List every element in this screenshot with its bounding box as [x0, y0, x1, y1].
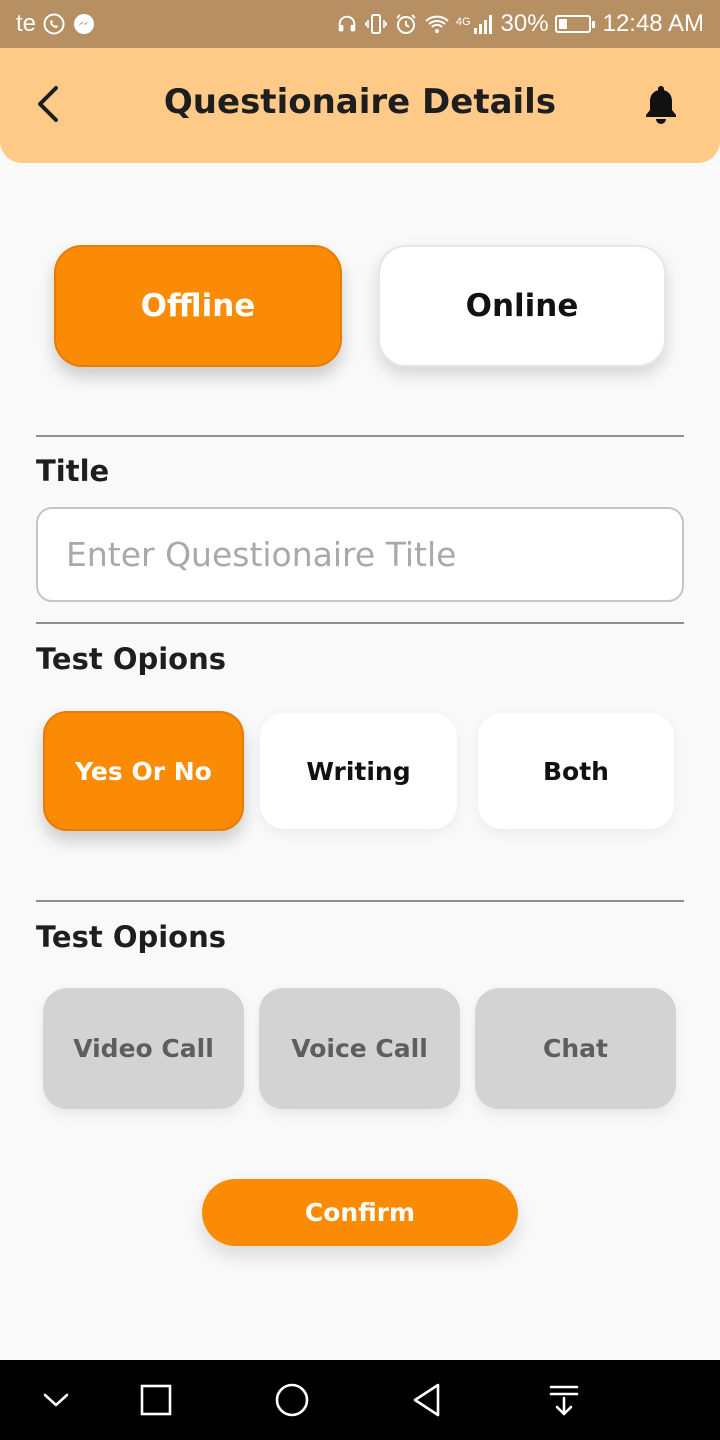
questionaire-title-input[interactable]: [36, 507, 684, 602]
offline-toggle-button[interactable]: Offline: [54, 245, 342, 367]
battery-percent: 30%: [500, 10, 549, 37]
call-options-label: Test Opions: [36, 920, 227, 954]
divider: [36, 622, 684, 624]
bell-icon[interactable]: [640, 82, 682, 126]
page-title: Questionaire Details: [163, 82, 557, 122]
status-bar: te 4G 30% 12:48 AM: [0, 0, 720, 48]
status-bar-left: te: [16, 10, 96, 38]
divider: [36, 900, 684, 902]
network-type-label: 4G: [455, 16, 471, 28]
divider: [36, 435, 684, 437]
status-time: 12:48 AM: [602, 10, 704, 37]
whatsapp-icon: [43, 13, 65, 35]
home-circle-icon[interactable]: [272, 1380, 312, 1420]
vibrate-icon: [365, 14, 387, 34]
navigation-bar: [0, 1360, 720, 1440]
status-bar-right: 4G 30% 12:48 AM: [336, 10, 704, 38]
option-writing-button[interactable]: Writing: [260, 713, 457, 829]
title-label: Title: [36, 454, 110, 488]
chevron-down-icon[interactable]: [36, 1380, 76, 1420]
voice-call-button[interactable]: Voice Call: [259, 988, 460, 1109]
battery-fill: [558, 19, 567, 29]
messenger-icon: [74, 14, 95, 34]
online-toggle-button[interactable]: Online: [378, 245, 666, 367]
headset-icon: [338, 15, 356, 32]
status-carrier-text: te: [16, 10, 37, 37]
back-triangle-icon[interactable]: [408, 1380, 448, 1420]
confirm-button[interactable]: Confirm: [202, 1179, 518, 1246]
app-header: Questionaire Details: [0, 48, 720, 163]
test-options-label: Test Opions: [36, 642, 227, 676]
wifi-icon: [425, 15, 449, 33]
signal-icon: [473, 15, 492, 34]
chat-button[interactable]: Chat: [475, 988, 676, 1109]
option-yes-or-no-button[interactable]: Yes Or No: [43, 711, 244, 831]
alarm-icon: [396, 14, 416, 34]
option-both-button[interactable]: Both: [478, 713, 674, 829]
notification-pull-down-icon[interactable]: [544, 1380, 584, 1420]
recents-square-icon[interactable]: [136, 1380, 176, 1420]
video-call-button[interactable]: Video Call: [43, 988, 244, 1109]
battery-icon: [554, 15, 595, 33]
